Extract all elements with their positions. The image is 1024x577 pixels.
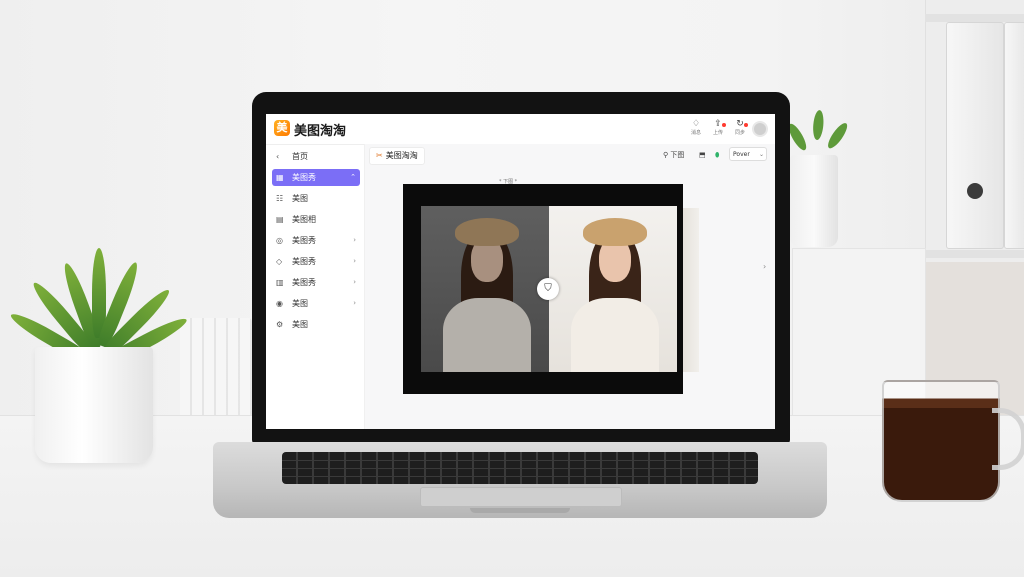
bell-label: 消息: [690, 130, 701, 136]
avatar[interactable]: [752, 121, 768, 137]
gear-icon: ⚙: [276, 320, 284, 329]
target-icon: ◎: [276, 236, 283, 245]
sidebar-item-label: 美图秀: [292, 278, 316, 287]
clock-icon: ◉: [276, 299, 283, 308]
shirt: [571, 298, 659, 372]
sidebar-item[interactable]: ◉ 美图 ›: [272, 295, 360, 312]
binder: [1004, 22, 1024, 249]
breadcrumb-label: 美图淘淘: [385, 151, 418, 160]
sidebar-item-label: 美图: [292, 299, 308, 308]
chevron-up-icon: ⌃: [350, 173, 356, 181]
grid-icon: ▦: [276, 173, 284, 182]
bell-icon[interactable]: ♢ 消息: [688, 119, 704, 136]
keyboard-row: [282, 460, 758, 461]
upload-label: 上传: [712, 130, 723, 136]
chevron-right-icon: ›: [353, 278, 356, 286]
chevron-right-icon[interactable]: ›: [763, 262, 766, 271]
sidebar-item-label: 美图秀: [292, 257, 316, 266]
sidebar-item[interactable]: ◎ 美图秀 ›: [272, 232, 360, 249]
chevron-right-icon: ›: [353, 257, 356, 265]
app-title: 美图淘淘: [294, 124, 347, 139]
refresh-label: 同步: [734, 130, 745, 136]
coffee-cup: [882, 380, 1000, 502]
binder: [946, 22, 1004, 249]
after-photo: [549, 206, 677, 372]
sidebar: ‹ 首页 ▦ 美图秀 ⌃ ☷ 美图 ▤ 美图相 ◎ 美图秀 › ◇ 美图秀 › …: [266, 144, 365, 429]
notification-dot: [744, 123, 748, 127]
shirt: [443, 298, 531, 372]
keyboard-row: [282, 468, 758, 469]
list-icon: ☷: [276, 194, 284, 203]
small-plant-pot: [790, 155, 838, 247]
editor-canvas[interactable]: ⛉: [403, 184, 699, 394]
radiator: [180, 318, 252, 418]
preset-select-value: Pover: [733, 151, 750, 158]
sidebar-item-label: 美图秀: [292, 236, 316, 245]
keyboard-row: [282, 476, 758, 477]
preset-select[interactable]: Pover ⌄: [729, 147, 767, 161]
sidebar-item[interactable]: ◇ 美图秀 ›: [272, 253, 360, 270]
plant-pot: [35, 347, 153, 463]
layers-icon: ▥: [276, 278, 284, 287]
breadcrumb[interactable]: ✂ 美图淘淘: [369, 147, 425, 165]
sidebar-item[interactable]: ▤ 美图相: [272, 211, 360, 228]
sidebar-item-label: 首页: [292, 152, 308, 161]
sidebar-item-label: 美图: [292, 194, 308, 203]
chevron-right-icon: ›: [353, 236, 356, 244]
sidebar-item-back[interactable]: ‹ 首页: [272, 148, 360, 165]
compare-slider-handle[interactable]: ⛉: [537, 278, 559, 300]
main-content: ✂ 美图淘淘 ⚲ 下图 ⬒ ⬮ Pover ⌄ * 下图 * ⛉ ›: [365, 144, 775, 429]
sidebar-item-label: 美图: [292, 320, 308, 329]
sidebar-item-active[interactable]: ▦ 美图秀 ⌃: [272, 169, 360, 186]
sidebar-item-label: 美图秀: [292, 173, 316, 182]
upload-icon[interactable]: ⇪ 上传: [710, 119, 726, 136]
laptop-screen: 美 美图淘淘 ♢ 消息 ⇪ 上传 ↻ 同步 ‹ 首页 ▦ 美图秀 ⌃ ☷ 美图 …: [266, 114, 775, 429]
chevron-down-icon: ⌄: [758, 151, 764, 158]
image-icon: ▤: [276, 215, 284, 224]
tool-frame-icon[interactable]: ⬒: [699, 147, 706, 163]
sidebar-item[interactable]: ☷ 美图: [272, 190, 360, 207]
shelf-board: [925, 14, 1024, 22]
laptop-lip: [470, 508, 570, 513]
sidebar-item-label: 美图相: [292, 215, 316, 224]
back-icon: ‹: [276, 152, 280, 161]
tool-search[interactable]: ⚲ 下图: [663, 147, 684, 163]
scissors-icon: ✂: [376, 151, 383, 160]
notification-dot: [722, 123, 726, 127]
refresh-icon[interactable]: ↻ 同步: [732, 119, 748, 136]
hat: [583, 218, 647, 246]
trackpad: [420, 487, 622, 507]
cup-handle: [992, 408, 1024, 470]
hat: [455, 218, 519, 246]
photo-edge: [683, 208, 699, 372]
sidebar-item[interactable]: ▥ 美图秀 ›: [272, 274, 360, 291]
tool-shield-icon[interactable]: ⬮: [715, 147, 719, 163]
before-photo: [421, 206, 549, 372]
app-logo-icon: 美: [274, 120, 290, 136]
chevron-right-icon: ›: [353, 299, 356, 307]
diamond-icon: ◇: [276, 257, 283, 266]
app-topbar: 美 美图淘淘 ♢ 消息 ⇪ 上传 ↻ 同步: [266, 114, 775, 145]
shelf-board: [925, 250, 1024, 258]
sidebar-item[interactable]: ⚙ 美图: [272, 316, 360, 333]
